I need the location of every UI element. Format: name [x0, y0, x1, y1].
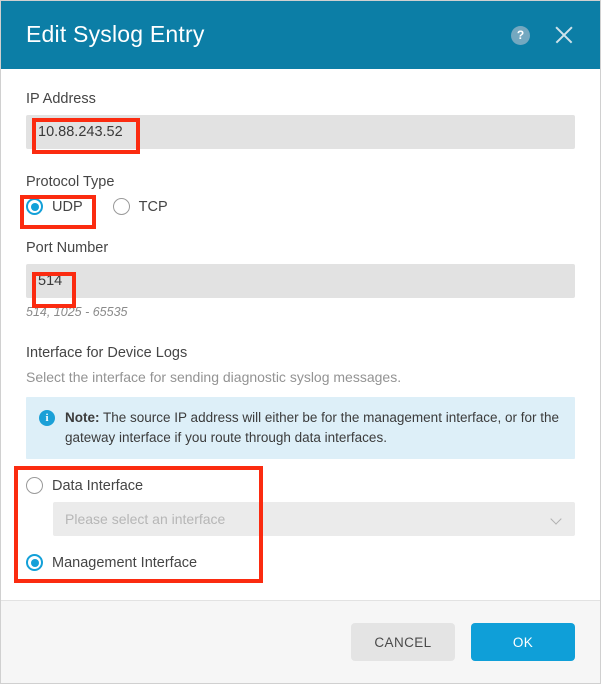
radio-data-interface-mark	[26, 477, 43, 495]
port-number-helper: 514, 1025 - 65535	[26, 305, 128, 319]
interface-section-description: Select the interface for sending diagnos…	[26, 369, 402, 385]
radio-management-interface[interactable]: Management Interface	[26, 554, 575, 572]
port-number-value: 514	[38, 272, 63, 289]
protocol-type-radio-group: UDP TCP	[26, 198, 575, 215]
dialog-title: Edit Syslog Entry	[26, 20, 205, 47]
header-icon-group: ?	[511, 23, 576, 47]
close-icon[interactable]	[552, 23, 576, 47]
radio-data-interface[interactable]: Data Interface	[26, 477, 575, 495]
interface-select-dropdown[interactable]: Please select an interface	[53, 502, 575, 537]
cancel-button[interactable]: CANCEL	[351, 623, 455, 661]
protocol-type-label: Protocol Type	[26, 174, 115, 190]
note-text: Note: The source IP address will either …	[65, 408, 561, 447]
radio-tcp-mark	[112, 198, 130, 215]
radio-data-interface-label: Data Interface	[52, 477, 144, 494]
ip-address-section: IP Address 10.88.243.52	[26, 91, 575, 149]
port-number-label: Port Number	[26, 240, 109, 256]
radio-udp[interactable]: UDP	[26, 198, 83, 215]
info-icon: i	[39, 410, 55, 426]
port-number-section: Port Number 514 514, 1025 - 65535	[26, 240, 575, 319]
ip-address-value: 10.88.243.52	[38, 123, 123, 140]
protocol-type-section: Protocol Type UDP TCP	[26, 174, 575, 215]
edit-syslog-entry-dialog: Edit Syslog Entry ? IP Address 10.88.243…	[0, 0, 601, 684]
note-body: The source IP address will either be for…	[65, 410, 560, 445]
radio-management-interface-mark	[26, 554, 43, 572]
radio-udp-label: UDP	[52, 198, 83, 215]
help-icon[interactable]: ?	[511, 25, 530, 45]
interface-section: Interface for Device Logs Select the int…	[26, 345, 575, 572]
ip-address-label: IP Address	[26, 91, 96, 107]
ip-address-input[interactable]: 10.88.243.52	[26, 115, 575, 149]
interface-select-placeholder: Please select an interface	[65, 511, 226, 528]
dialog-footer: CANCEL OK	[1, 600, 600, 683]
radio-management-interface-label: Management Interface	[52, 554, 198, 571]
chevron-down-icon	[552, 514, 563, 525]
note-box: i Note: The source IP address will eithe…	[26, 397, 575, 460]
ok-button[interactable]: OK	[471, 623, 575, 661]
radio-tcp-label: TCP	[138, 198, 168, 215]
note-prefix: Note:	[65, 410, 100, 425]
interface-radio-group: Data Interface Please select an interfac…	[26, 477, 575, 572]
radio-tcp[interactable]: TCP	[112, 198, 168, 215]
interface-section-label: Interface for Device Logs	[26, 345, 188, 361]
radio-udp-mark	[26, 198, 43, 215]
dialog-body: IP Address 10.88.243.52 Protocol Type UD…	[1, 69, 600, 600]
dialog-header: Edit Syslog Entry ?	[1, 1, 600, 69]
port-number-input[interactable]: 514	[26, 264, 575, 298]
